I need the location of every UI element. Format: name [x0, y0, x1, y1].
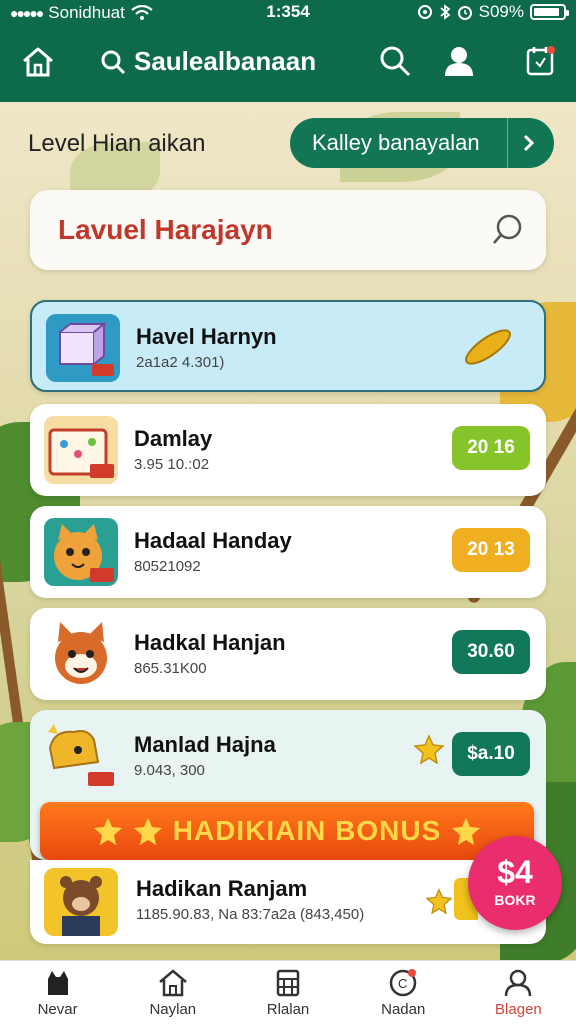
bonus-fab[interactable]: $4 BOKR: [468, 836, 562, 930]
nav-item-nevar[interactable]: Nevar: [0, 961, 115, 1024]
battery-fill: [534, 8, 560, 16]
search-input[interactable]: Lavuel Harajayn: [58, 214, 273, 246]
nav-item-blagen[interactable]: Blagen: [461, 961, 576, 1024]
item-subtitle: 1185.90.83, Na 83:7a2a (843,450): [136, 906, 365, 923]
item-thumbnail: [44, 416, 118, 484]
level-button-label: Kalley banayalan: [312, 130, 480, 155]
nav-label: Nadan: [381, 1001, 426, 1018]
search-field[interactable]: Lavuel Harajayn: [30, 190, 546, 270]
value-badge: 30.60: [452, 630, 530, 674]
item-name: Hadkal Hanjan: [134, 630, 286, 655]
nav-item-naylan[interactable]: Naylan: [115, 961, 230, 1024]
star-icon: [452, 818, 481, 845]
star-icon: [93, 818, 122, 845]
battery-percent: S09%: [478, 2, 524, 21]
treasure-icon: [48, 724, 114, 786]
cat-icon: [47, 971, 68, 995]
nav-label: Rlalan: [266, 1001, 310, 1018]
fox-icon: [55, 622, 107, 684]
notification-icon: C: [389, 969, 417, 997]
location-icon: [417, 5, 432, 19]
app-title-text: Saulealbanaan: [134, 46, 317, 76]
item-subtitle: 9.043, 300: [134, 762, 205, 779]
calendar-icon[interactable]: [524, 44, 558, 78]
item-thumbnail: [44, 868, 118, 936]
item-subtitle: 80521092: [134, 558, 201, 575]
coin-icon: [465, 329, 511, 365]
value-badge: 20 13: [452, 528, 530, 572]
home-icon[interactable]: [20, 44, 56, 80]
star-icon: [133, 818, 162, 845]
bonus-banner[interactable]: HADIKIAIN BONUS: [40, 802, 534, 860]
profile-icon[interactable]: [442, 44, 476, 78]
bonus-label: HADIKIAIN BONUS: [172, 815, 442, 846]
svg-text:C: C: [398, 976, 407, 991]
app-title: Saulealbanaan: [100, 46, 316, 77]
item-subtitle: 865.31K00: [134, 660, 207, 677]
list-item[interactable]: Hadaal Handay 80521092 20 13: [30, 506, 546, 598]
home-icon: [158, 969, 187, 997]
star-icon: [426, 888, 452, 914]
nav-item-rlalan[interactable]: Rlalan: [230, 961, 345, 1024]
nav-label: Nevar: [37, 1001, 78, 1018]
list-item[interactable]: Hadkal Hanjan 865.31K00 30.60: [30, 608, 546, 700]
item-thumbnail: [44, 722, 118, 790]
chevron-right-icon: [523, 134, 535, 152]
item-thumbnail: [44, 620, 118, 688]
bottom-nav: Nevar Naylan Rlalan C Nadan Blagen: [0, 960, 576, 1024]
fab-amount: $4: [497, 854, 533, 890]
item-thumbnail: [46, 314, 120, 382]
profile-icon: [505, 969, 532, 997]
item-thumbnail: [44, 518, 118, 586]
search-icon[interactable]: [378, 44, 412, 78]
bluetooth-icon: [440, 4, 451, 20]
level-select-button[interactable]: Kalley banayalan: [290, 118, 554, 168]
item-name: Hadikan Ranjam: [136, 876, 308, 901]
value-badge: $a.10: [452, 732, 530, 776]
gift-box-icon: [48, 428, 114, 478]
item-subtitle: 2a1a2 4.301): [136, 354, 225, 371]
item-name: Damlay: [134, 426, 213, 451]
battery-icon: [530, 4, 569, 20]
item-name: Manlad Hajna: [134, 732, 276, 757]
value-badge: 20 16: [452, 426, 530, 470]
button-divider: [507, 118, 508, 168]
item-subtitle: 3.95 10.:02: [134, 456, 210, 473]
list-item[interactable]: Damlay 3.95 10.:02 20 16: [30, 404, 546, 496]
level-label: Level Hian aikan: [28, 130, 206, 157]
search-icon: [101, 50, 126, 74]
box-icon: [59, 321, 114, 376]
alarm-icon: [457, 6, 472, 20]
bear-icon: [60, 876, 102, 936]
cat-icon: [54, 524, 114, 582]
search-icon[interactable]: [490, 212, 526, 248]
star-icon: [414, 734, 444, 764]
item-name: Hadaal Handay: [134, 528, 292, 553]
app-header: Saulealbanaan: [0, 26, 576, 102]
nav-item-nadan[interactable]: C Nadan: [346, 961, 461, 1024]
list-item[interactable]: Havel Harnyn 2a1a2 4.301): [30, 300, 546, 392]
fab-label: BOKR: [494, 892, 536, 908]
nav-label: Blagen: [495, 1001, 542, 1018]
item-name: Havel Harnyn: [136, 324, 277, 349]
status-bar: ●●●●● Sonidhuat 1:354 S09%: [0, 0, 576, 26]
nav-label: Naylan: [149, 1001, 197, 1018]
status-right: S09%: [417, 2, 569, 22]
calculator-icon: [276, 969, 300, 997]
